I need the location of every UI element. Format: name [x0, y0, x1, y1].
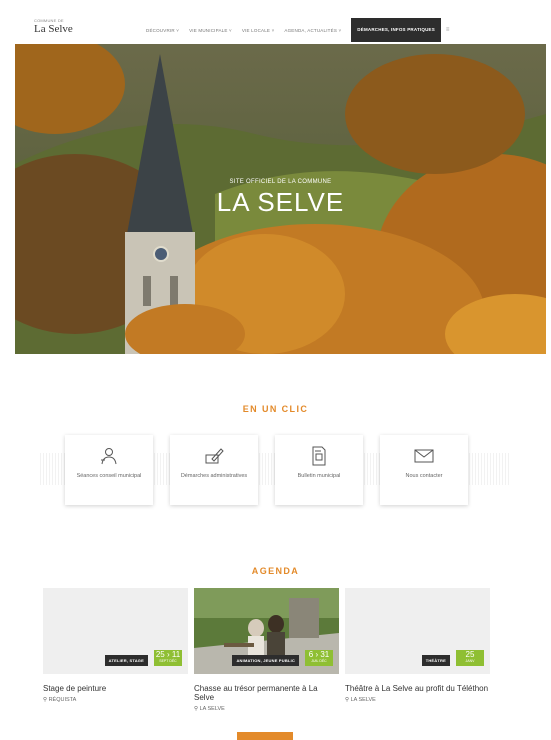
event-title[interactable]: Stage de peinture — [43, 684, 188, 693]
event-date-days: 25 › 11 — [155, 650, 181, 659]
document-icon — [312, 446, 326, 466]
agenda-more-button[interactable] — [237, 732, 293, 740]
event-date-badge: 25 JANV — [456, 650, 484, 666]
event-date-months: SEPT DÉC — [159, 659, 177, 663]
event-location: ⚲ LA SELVE — [345, 697, 490, 703]
main-nav: DÉCOUVRIR ˅ VIE MUNICIPALE ˅ VIE LOCALE … — [146, 18, 449, 42]
quick-link-label: Séances conseil municipal — [76, 473, 142, 479]
quick-link-label: Bulletin municipal — [297, 473, 341, 479]
event-date-badge: 25 › 11 SEPT DÉC — [154, 650, 182, 666]
event-location-text: LA SELVE — [199, 706, 225, 712]
header: COMMUNE DE La Selve DÉCOUVRIR ˅ VIE MUNI… — [0, 0, 551, 44]
hero-title: LA SELVE — [216, 187, 345, 217]
hero-text: SITE OFFICIEL DE LA COMMUNE LA SELVE — [15, 179, 546, 218]
event-date-months: JANV — [465, 659, 475, 663]
people-icon — [101, 448, 117, 465]
site-logo[interactable]: COMMUNE DE La Selve — [34, 18, 73, 35]
envelope-icon — [414, 449, 434, 463]
logo-main-text: La Selve — [34, 23, 73, 35]
quick-link-label: Nous contacter — [405, 473, 443, 479]
en-un-clic-title: EN UN CLIC — [242, 404, 309, 414]
nav-item-demarches[interactable]: DÉMARCHES, INFOS PRATIQUES — [351, 18, 441, 42]
quick-link-label: Démarches administratives — [180, 473, 248, 479]
event-date-days: 25 — [465, 650, 475, 659]
agenda-event[interactable]: THÉÂTRE 25 JANV Théâtre à La Selve au pr… — [345, 588, 490, 703]
hero-subtitle: SITE OFFICIEL DE LA COMMUNE — [229, 179, 332, 185]
quick-links: Séances conseil municipal Démarches admi… — [40, 435, 511, 505]
event-image: ANIMATION, JEUNE PUBLIC 6 › 31 JUIL DÉC — [194, 588, 339, 674]
quick-link-demarches[interactable]: Démarches administratives — [170, 435, 258, 505]
event-category-tag: THÉÂTRE — [421, 655, 450, 666]
nav-item-decouvrir[interactable]: DÉCOUVRIR ˅ — [146, 28, 179, 33]
menu-icon[interactable]: ≡ — [446, 27, 450, 33]
nav-item-vie-municipale[interactable]: VIE MUNICIPALE ˅ — [189, 28, 232, 33]
hero-banner: SITE OFFICIEL DE LA COMMUNE LA SELVE — [15, 44, 546, 354]
quick-link-bulletin[interactable]: Bulletin municipal — [275, 435, 363, 505]
event-location: ⚲ LA SELVE — [194, 706, 339, 712]
event-image: THÉÂTRE 25 JANV — [345, 588, 490, 674]
event-image: ATELIER, STAGE 25 › 11 SEPT DÉC — [43, 588, 188, 674]
agenda-event[interactable]: ANIMATION, JEUNE PUBLIC 6 › 31 JUIL DÉC … — [194, 588, 339, 712]
event-category-tag: ANIMATION, JEUNE PUBLIC — [232, 655, 299, 666]
form-pen-icon — [205, 448, 224, 464]
event-date-months: JUIL DÉC — [311, 659, 327, 663]
event-date-badge: 6 › 31 JUIL DÉC — [305, 650, 333, 666]
event-date-days: 6 › 31 — [308, 650, 330, 659]
event-location-text: RÉQUISTA — [48, 697, 77, 703]
event-category-tag: ATELIER, STAGE — [104, 655, 148, 666]
event-location: ⚲ RÉQUISTA — [43, 697, 188, 703]
event-location-text: LA SELVE — [350, 697, 376, 703]
nav-item-vie-locale[interactable]: VIE LOCALE ˅ — [242, 28, 275, 33]
event-title[interactable]: Théâtre à La Selve au profit du Téléthon — [345, 684, 490, 693]
quick-link-contact[interactable]: Nous contacter — [380, 435, 468, 505]
agenda-event[interactable]: ATELIER, STAGE 25 › 11 SEPT DÉC Stage de… — [43, 588, 188, 703]
event-title[interactable]: Chasse au trésor permanente à La Selve — [194, 684, 339, 702]
agenda-title: AGENDA — [251, 566, 300, 576]
nav-item-agenda-actualites[interactable]: AGENDA, ACTUALITÉS ˅ — [284, 28, 341, 33]
quick-link-seances[interactable]: Séances conseil municipal — [65, 435, 153, 505]
